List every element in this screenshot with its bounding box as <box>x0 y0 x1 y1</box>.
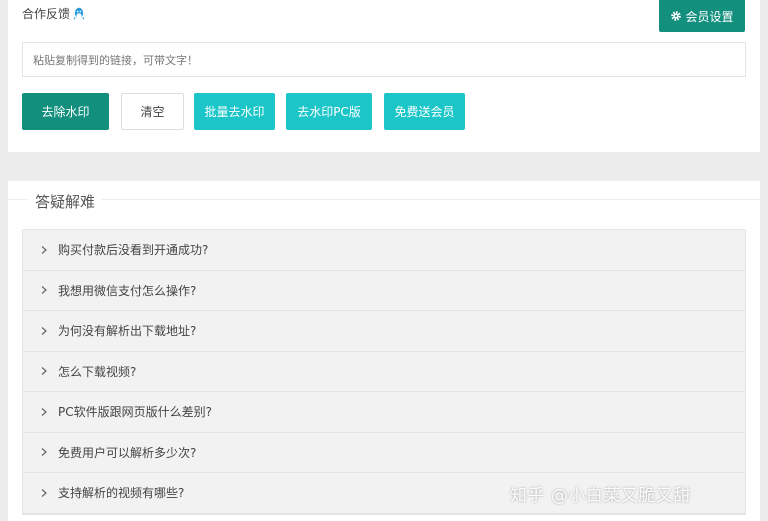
chevron-right-icon <box>41 488 47 497</box>
faq-item[interactable]: 免费用户可以解析多少次? <box>23 432 745 473</box>
faq-divider <box>8 199 760 200</box>
member-settings-label: 会员设置 <box>685 9 734 24</box>
faq-item-label: 我想用微信支付怎么操作? <box>58 283 197 298</box>
member-settings-button[interactable]: 会员设置 <box>659 0 745 32</box>
link-input-placeholder: 粘贴复制得到的链接，可带文字！ <box>33 53 198 67</box>
faq-item[interactable]: 我想用微信支付怎么操作? <box>23 270 745 311</box>
faq-item-label: PC软件版跟网页版什么差别? <box>58 405 212 420</box>
chevron-right-icon <box>41 407 47 416</box>
tool-panel: 合作反馈 会员设置 粘贴复制得到的链接，可带文字！ 去除水印 清空 批量去水印 … <box>8 0 760 152</box>
feedback-label: 合作反馈 <box>22 7 71 21</box>
qq-penguin-icon <box>73 7 85 19</box>
chevron-right-icon <box>41 448 47 457</box>
faq-panel: 答疑解难 购买付款后没看到开通成功? 我想用微信支付怎么操作? 为何没有解析出下载地… <box>8 181 760 521</box>
chevron-right-icon <box>41 367 47 376</box>
link-input[interactable]: 粘贴复制得到的链接，可带文字！ <box>22 42 746 77</box>
remove-watermark-button[interactable]: 去除水印 <box>22 93 109 130</box>
chevron-right-icon <box>41 286 47 295</box>
faq-item[interactable]: PC软件版跟网页版什么差别? <box>23 392 745 433</box>
feedback-link[interactable]: 合作反馈 <box>22 5 85 22</box>
faq-item-label: 免费用户可以解析多少次? <box>58 445 197 460</box>
faq-list: 购买付款后没看到开通成功? 我想用微信支付怎么操作? 为何没有解析出下载地址? 怎么下… <box>22 229 746 515</box>
free-membership-button[interactable]: 免费送会员 <box>384 93 465 130</box>
faq-title: 答疑解难 <box>28 191 103 212</box>
batch-remove-watermark-button[interactable]: 批量去水印 <box>194 93 275 130</box>
faq-item[interactable]: 为何没有解析出下载地址? <box>23 311 745 352</box>
clear-button[interactable]: 清空 <box>121 93 184 130</box>
chevron-right-icon <box>41 245 47 254</box>
faq-item-label: 购买付款后没看到开通成功? <box>58 243 209 258</box>
gear-icon <box>671 11 682 21</box>
faq-item[interactable]: 怎么下载视频? <box>23 351 745 392</box>
pc-version-button[interactable]: 去水印PC版 <box>286 93 372 130</box>
faq-item-label: 为何没有解析出下载地址? <box>58 324 197 339</box>
faq-item-label: 支持解析的视频有哪些? <box>58 486 185 501</box>
zhihu-watermark: 知乎 @小白菜又脆又甜 <box>510 486 691 506</box>
faq-item-label: 怎么下载视频? <box>58 364 137 379</box>
faq-item[interactable]: 购买付款后没看到开通成功? <box>23 230 745 271</box>
chevron-right-icon <box>41 326 47 335</box>
